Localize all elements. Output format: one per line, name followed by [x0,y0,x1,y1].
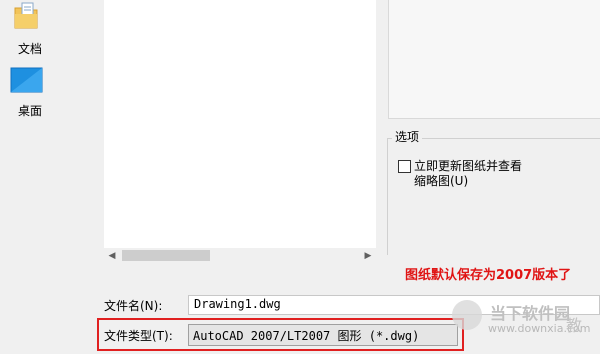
scroll-right-icon[interactable]: ▶ [360,248,376,264]
place-desktop-label[interactable]: 桌面 [0,102,60,119]
update-thumbnail-label-line2[interactable]: 缩略图(U) [414,172,468,189]
options-group-title: 选项 [392,128,423,145]
annotation-text: 图纸默认保存为2007版本了 [405,268,572,283]
watermark-logo-icon [452,300,482,330]
options-group [387,138,600,255]
filetype-highlight-box [97,318,464,351]
documents-folder-icon[interactable] [14,2,38,30]
preview-pane [388,0,600,119]
watermark-side-text: 教 [566,316,583,335]
file-list-pane[interactable] [104,0,376,248]
filename-label: 文件名(N): [104,299,163,313]
scrollbar-thumb[interactable] [122,250,210,261]
update-thumbnail-checkbox[interactable] [398,160,411,173]
watermark-brand: 当下软件园 [490,304,571,323]
place-documents-label[interactable]: 文档 [0,40,60,57]
desktop-icon[interactable] [10,67,43,93]
scroll-left-icon[interactable]: ◀ [104,248,120,264]
filename-value[interactable]: Drawing1.dwg [194,297,281,311]
